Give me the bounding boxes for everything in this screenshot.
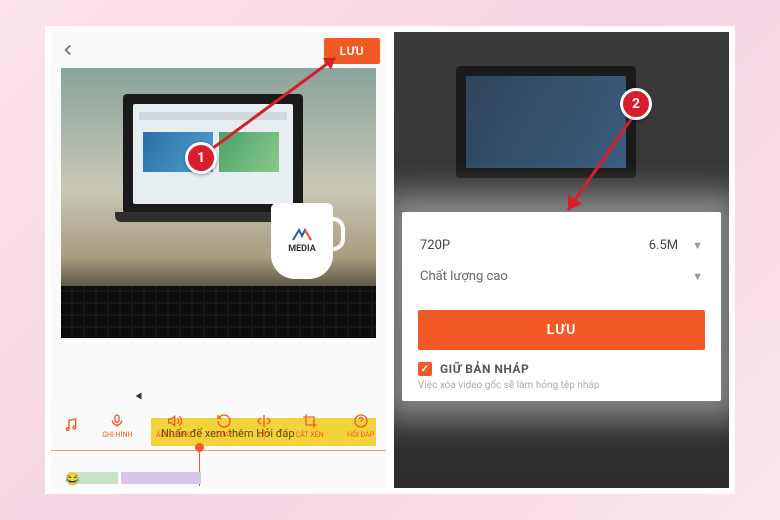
prev-track-icon[interactable]	[131, 388, 145, 407]
timeline[interactable]: 😂	[51, 446, 386, 488]
step-badge-1: 1	[185, 142, 217, 174]
resolution-row[interactable]: 720P 6.5M ▼	[418, 230, 705, 261]
mug-graphic: MEDIA	[271, 203, 333, 279]
tool-rotate[interactable]: XOAY	[215, 413, 233, 439]
keep-draft-label: GIỮ BẢN NHÁP	[440, 362, 529, 376]
quality-row[interactable]: Chất lượng cao ▼	[418, 261, 705, 292]
tool-volume[interactable]: ÂM LƯỢNG	[156, 413, 192, 439]
quality-value: Chất lượng cao	[420, 269, 508, 284]
filesize-value: 6.5M	[649, 238, 678, 253]
tool-flip[interactable]: LẬT	[256, 413, 272, 439]
tutorial-frame: LƯU MEDIA Nhấn để xem thêm Hỏi đáp GHI H…	[45, 26, 735, 494]
save-confirm-button[interactable]: LƯU	[418, 310, 705, 350]
step-badge-2: 2	[620, 88, 652, 120]
draft-note: Việc xóa video gốc sẽ làm hỏng tệp nháp	[418, 380, 705, 391]
emoji-icon: 😂	[65, 472, 80, 486]
tool-help[interactable]: HỎI ĐÁP	[347, 413, 374, 439]
export-panel: 720P 6.5M ▼ Chất lượng cao ▼ LƯU ✓ GIỮ B…	[402, 212, 721, 401]
screenshot-step-1: LƯU MEDIA Nhấn để xem thêm Hỏi đáp GHI H…	[51, 32, 386, 488]
tool-music[interactable]	[63, 417, 79, 435]
tool-crop[interactable]: CẮT XÉN	[296, 413, 324, 439]
checkbox-checked-icon[interactable]: ✓	[418, 362, 432, 376]
keep-draft-row[interactable]: ✓ GIỮ BẢN NHÁP	[418, 362, 705, 376]
arrow-annotation	[207, 46, 357, 156]
tool-record[interactable]: GHI HÌNH	[102, 413, 132, 439]
chevron-down-icon: ▼	[692, 239, 703, 252]
chevron-down-icon: ▼	[692, 270, 703, 283]
timeline-clip[interactable]	[121, 472, 201, 484]
arrow-annotation	[554, 114, 644, 224]
screenshot-step-2: 720P 6.5M ▼ Chất lượng cao ▼ LƯU ✓ GIỮ B…	[394, 32, 729, 488]
back-arrow-icon[interactable]	[59, 41, 77, 59]
resolution-value: 720P	[420, 238, 450, 253]
editor-toolbar: GHI HÌNH ÂM LƯỢNG XOAY LẬT CẮT XÉN HỎI Đ…	[51, 406, 386, 446]
